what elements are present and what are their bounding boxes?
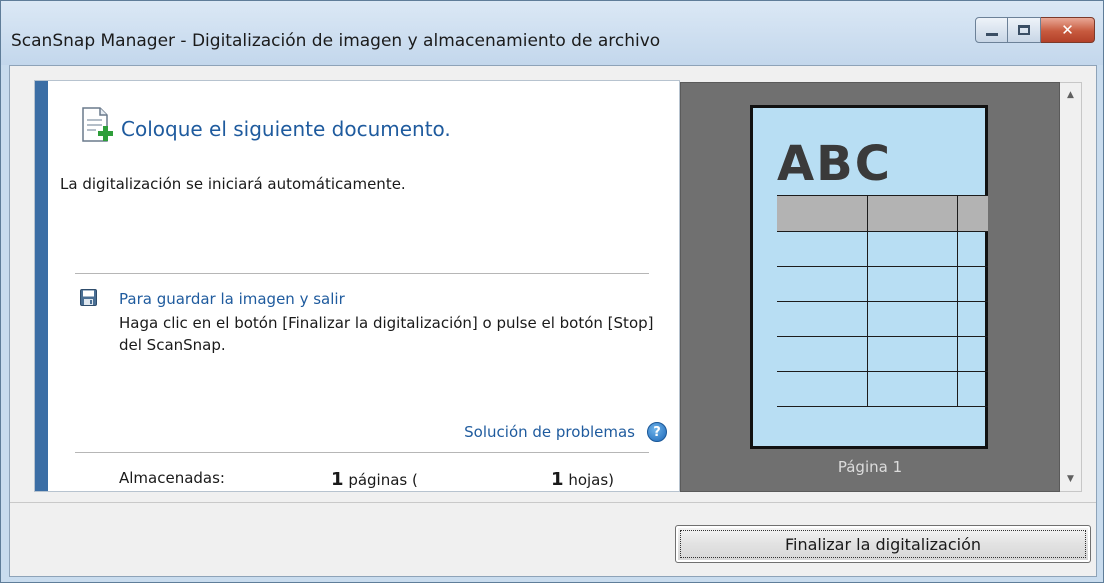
- instruction-subtext: La digitalización se iniciará automática…: [60, 175, 406, 193]
- maximize-button[interactable]: [1008, 17, 1041, 43]
- scroll-down-icon[interactable]: ▼: [1060, 469, 1081, 489]
- dialog-client: Coloque el siguiente documento. La digit…: [9, 65, 1097, 577]
- close-icon: ✕: [1061, 21, 1074, 39]
- pages-unit: páginas (: [348, 471, 418, 489]
- instruction-heading: Coloque el siguiente documento.: [121, 117, 451, 141]
- scansnap-window: ScanSnap Manager - Digitalización de ima…: [0, 0, 1104, 583]
- footer-divider: [10, 502, 1096, 503]
- close-button[interactable]: ✕: [1041, 17, 1095, 43]
- save-section-title: Para guardar la imagen y salir: [119, 290, 345, 308]
- page-caption: Página 1: [837, 458, 903, 476]
- window-title: ScanSnap Manager - Digitalización de ima…: [11, 31, 661, 51]
- window-controls: ✕: [975, 17, 1095, 43]
- document-add-icon: [82, 107, 113, 142]
- finish-scanning-label: Finalizar la digitalización: [680, 530, 1086, 558]
- stored-label: Almacenadas:: [119, 469, 225, 487]
- accent-bar: [35, 81, 48, 491]
- pages-value: 1: [331, 469, 344, 490]
- thumbnail-text: ABC: [777, 136, 892, 192]
- help-icon[interactable]: ?: [647, 422, 667, 442]
- sheets-value: 1: [551, 469, 564, 490]
- preview-scrollbar[interactable]: ▲ ▼: [1060, 82, 1082, 492]
- table-column-line: [867, 195, 868, 406]
- minimize-icon: [985, 32, 998, 36]
- scroll-up-icon[interactable]: ▲: [1060, 85, 1081, 105]
- divider: [75, 273, 649, 274]
- minimize-button[interactable]: [975, 17, 1008, 43]
- page-preview-panel: ABC Página 1: [680, 82, 1060, 492]
- sheets-unit: hojas): [568, 471, 615, 489]
- message-panel: Coloque el siguiente documento. La digit…: [34, 80, 680, 492]
- pages-count: 1 páginas (: [331, 469, 418, 490]
- troubleshooting-link[interactable]: Solución de problemas: [464, 423, 635, 441]
- thumbnail-table: [777, 195, 988, 408]
- title-bar[interactable]: ScanSnap Manager - Digitalización de ima…: [1, 1, 1103, 65]
- sheets-count: 1 hojas): [551, 469, 614, 490]
- save-section-description: Haga clic en el botón [Finalizar la digi…: [119, 314, 654, 354]
- table-line: [777, 406, 988, 407]
- save-disk-icon: [80, 289, 97, 306]
- maximize-icon: [1018, 25, 1030, 35]
- finish-scanning-button[interactable]: Finalizar la digitalización: [675, 525, 1091, 563]
- page-thumbnail[interactable]: ABC: [750, 105, 988, 449]
- divider: [75, 452, 649, 453]
- table-column-line: [957, 195, 958, 406]
